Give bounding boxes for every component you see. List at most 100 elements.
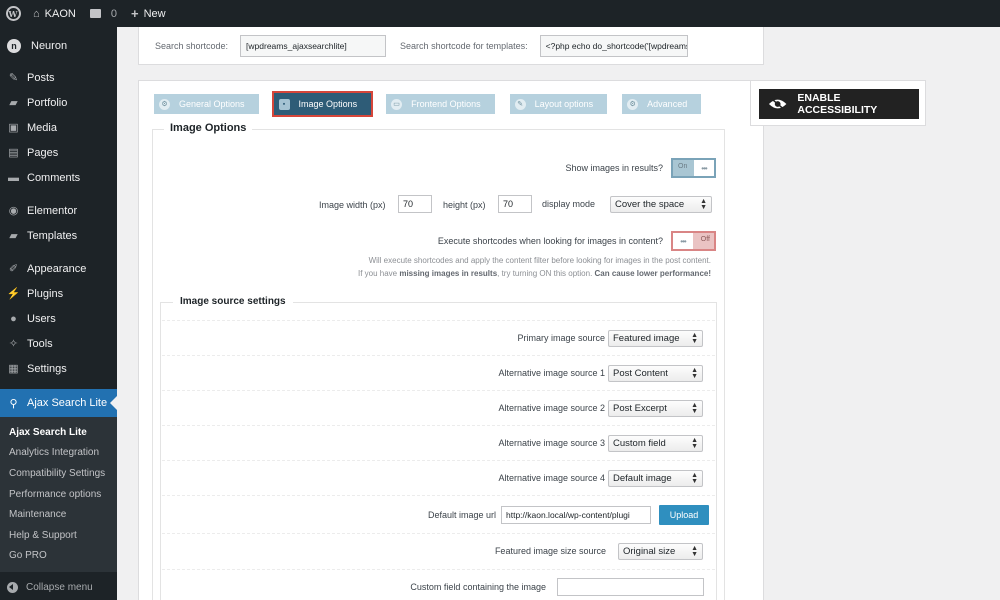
image-size-row: Featured image size source Original size… <box>162 533 715 568</box>
select-arrows-icon: ▲ ▼ <box>691 545 698 558</box>
sidebar-item-settings[interactable]: ▦ Settings <box>0 356 117 381</box>
tab-image-options[interactable]: ▪ Image Options <box>271 91 374 117</box>
ajax-search-submenu: Ajax Search Lite Analytics Integration C… <box>0 417 117 573</box>
image-options-fieldset: Image Options Show images in results? On… <box>152 122 725 600</box>
sidebar-item-elementor[interactable]: ◉ Elementor <box>0 198 117 223</box>
shortcode-input[interactable]: [wpdreams_ajaxsearchlite] <box>240 34 387 57</box>
sidebar-item-neuron[interactable]: n Neuron <box>0 27 117 65</box>
advanced-gear-icon: ⚙ <box>627 98 639 110</box>
submenu-item-maintenance[interactable]: Maintenance <box>0 504 117 525</box>
custom-field-row: Custom field containing the image <box>162 569 715 600</box>
sidebar-item-pages[interactable]: ▤ Pages <box>0 140 117 165</box>
select-arrows-icon: ▲ ▼ <box>691 332 698 345</box>
select-arrows-icon: ▲ ▼ <box>691 402 698 415</box>
plugin-icon: ⚡ <box>6 288 21 300</box>
wordpress-logo-icon[interactable]: W <box>0 0 26 27</box>
media-icon: ▣ <box>8 122 19 134</box>
tab-frontend-options[interactable]: ▭ Frontend Options <box>386 94 495 114</box>
exec-shortcodes-note: Will execute shortcodes and apply the co… <box>357 256 711 278</box>
alt-source-2-label: Alternative image source 2 <box>498 403 605 413</box>
comments-link[interactable]: 0 <box>83 0 124 27</box>
image-source-legend: Image source settings <box>173 296 293 307</box>
image-height-input[interactable]: 70 <box>498 195 532 213</box>
primary-source-row: Primary image source Featured image ▲ ▼ <box>162 320 715 355</box>
default-url-row: Default image url http://kaon.local/wp-c… <box>162 495 715 533</box>
site-name-link[interactable]: ⌂ KAON <box>26 0 83 27</box>
select-arrows-icon: ▲ ▼ <box>691 437 698 450</box>
exec-shortcodes-label: Execute shortcodes when looking for imag… <box>437 236 663 246</box>
sidebar-item-media[interactable]: ▣ Media <box>0 115 117 140</box>
sidebar-item-ajax-search-lite[interactable]: ⚲ Ajax Search Lite <box>0 389 117 417</box>
shortcode-label: Search shortcode: <box>155 40 229 51</box>
primary-source-select[interactable]: Featured image ▲ ▼ <box>608 330 703 347</box>
alt-source-3-row: Alternative image source 3 Custom field ▲… <box>162 425 715 460</box>
submenu-item-performance[interactable]: Performance options <box>0 484 117 505</box>
alt-source-1-select[interactable]: Post Content ▲ ▼ <box>608 365 703 382</box>
pin-icon: ✎ <box>8 72 19 84</box>
alt-source-3-select[interactable]: Custom field ▲ ▼ <box>608 435 703 452</box>
pages-icon: ▤ <box>8 147 19 159</box>
display-mode-label: display mode <box>542 199 596 209</box>
sidebar-item-templates[interactable]: ▰ Templates <box>0 223 117 248</box>
submenu-item-compatibility[interactable]: Compatibility Settings <box>0 463 117 484</box>
settings-panel: ⚙ General Options ▪ Image Options ▭ Fronten… <box>138 80 764 600</box>
primary-source-label: Primary image source <box>517 333 605 343</box>
templates-icon: ▰ <box>9 230 18 242</box>
image-width-label: Image width (px) <box>319 200 386 210</box>
submenu-item-help[interactable]: Help & Support <box>0 525 117 546</box>
select-arrows-icon: ▲ ▼ <box>700 198 707 211</box>
tab-layout-options[interactable]: ✎ Layout options <box>509 94 608 114</box>
submenu-item-go-pro[interactable]: Go PRO <box>0 546 117 567</box>
comments-icon: ▬ <box>8 171 19 184</box>
alt-source-4-label: Alternative image source 4 <box>498 473 605 483</box>
new-content-link[interactable]: + New <box>124 0 173 27</box>
neuron-icon: n <box>7 39 21 53</box>
template-shortcode-input[interactable]: <?php echo do_shortcode('[wpdreams <box>539 34 688 57</box>
comment-bubble-icon <box>89 9 101 18</box>
tab-general-options[interactable]: ⚙ General Options <box>154 94 259 114</box>
folder-icon: ▰ <box>9 97 18 109</box>
wrench-icon: ✧ <box>8 338 19 350</box>
sidebar-item-portfolio[interactable]: ▰ Portfolio <box>0 90 117 115</box>
admin-sidebar: n Neuron ✎ Posts ▰ Portfolio ▣ Media ▤ Pages… <box>0 27 117 600</box>
tab-advanced[interactable]: ⚙ Advanced <box>622 94 702 114</box>
image-height-label: height (px) <box>443 200 486 210</box>
alt-source-3-label: Alternative image source 3 <box>498 438 605 448</box>
sidebar-item-appearance[interactable]: ✐ Appearance <box>0 256 117 281</box>
exec-shortcodes-toggle[interactable]: ••• Off <box>671 231 716 251</box>
custom-field-label: Custom field containing the image <box>410 582 546 592</box>
sidebar-item-comments[interactable]: ▬ Comments <box>0 165 117 190</box>
image-source-fieldset: Image source settings Primary image sour… <box>160 296 717 600</box>
search-icon: ⚲ <box>9 397 18 410</box>
alt-source-1-label: Alternative image source 1 <box>498 368 605 378</box>
submenu-item-ajax-search-lite[interactable]: Ajax Search Lite <box>0 422 117 443</box>
upload-button[interactable]: Upload <box>659 505 709 525</box>
display-mode-select[interactable]: Cover the space ▲ ▼ <box>610 196 712 213</box>
alt-source-4-select[interactable]: Default image ▲ ▼ <box>608 470 703 487</box>
enable-accessibility-button[interactable]: ENABLE ACCESSIBILITY <box>759 89 919 119</box>
template-shortcode-label: Search shortcode for templates: <box>400 40 528 51</box>
sidebar-item-users[interactable]: ● Users <box>0 306 117 331</box>
default-url-label: Default image url <box>427 510 496 520</box>
alt-source-2-select[interactable]: Post Excerpt ▲ ▼ <box>608 400 703 417</box>
show-images-toggle[interactable]: On ••• <box>671 158 716 178</box>
select-arrows-icon: ▲ ▼ <box>691 472 698 485</box>
default-url-input[interactable]: http://kaon.local/wp-content/plugi <box>501 506 651 524</box>
image-size-select[interactable]: Original size ▲ ▼ <box>618 543 703 560</box>
options-tabs: ⚙ General Options ▪ Image Options ▭ Fronten… <box>154 91 716 117</box>
image-width-input[interactable]: 70 <box>398 195 432 213</box>
layout-icon: ✎ <box>514 98 526 110</box>
select-arrows-icon: ▲ ▼ <box>691 367 698 380</box>
custom-field-input[interactable] <box>557 578 704 596</box>
plus-icon: + <box>130 6 139 21</box>
eye-icon <box>768 97 787 111</box>
shortcode-box: Search shortcode: [wpdreams_ajaxsearchli… <box>138 27 764 65</box>
collapse-arrow-icon <box>7 581 18 593</box>
sidebar-item-posts[interactable]: ✎ Posts <box>0 65 117 90</box>
collapse-menu-button[interactable]: Collapse menu <box>0 574 117 600</box>
submenu-item-analytics[interactable]: Analytics Integration <box>0 443 117 464</box>
brush-icon: ✐ <box>8 263 19 275</box>
accessibility-box: ENABLE ACCESSIBILITY <box>750 80 926 126</box>
sidebar-item-tools[interactable]: ✧ Tools <box>0 331 117 356</box>
sidebar-item-plugins[interactable]: ⚡ Plugins <box>0 281 117 306</box>
